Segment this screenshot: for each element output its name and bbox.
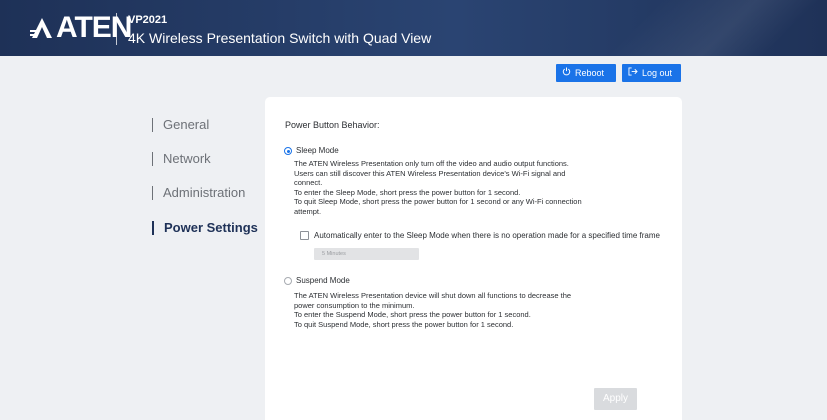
sleep-timeout-select[interactable]: 5 Minutes <box>314 248 419 260</box>
power-button-behavior-title: Power Button Behavior: <box>285 120 380 130</box>
logout-button[interactable]: Log out <box>622 64 681 82</box>
sidebar-item-power-settings[interactable]: Power Settings <box>152 221 258 235</box>
aten-logo-icon <box>30 16 54 40</box>
sleep-desc-line: To quit Sleep Mode, short press the powe… <box>294 197 582 207</box>
reboot-label: Reboot <box>575 68 605 78</box>
sleep-mode-radio[interactable] <box>284 147 292 155</box>
model-name: VP2021 <box>128 14 168 26</box>
suspend-desc-line: To enter the Suspend Mode, short press t… <box>294 310 531 320</box>
suspend-mode-radio[interactable] <box>284 277 292 285</box>
reboot-button[interactable]: Reboot <box>556 64 616 82</box>
auto-sleep-checkbox[interactable] <box>300 231 309 240</box>
sidebar-item-general[interactable]: General <box>152 118 209 132</box>
sleep-desc-line: connect. <box>294 178 323 188</box>
sleep-desc-line: Users can still discover this ATEN Wirel… <box>294 168 566 178</box>
sleep-mode-label[interactable]: Sleep Mode <box>296 146 339 155</box>
sleep-desc-line: attempt. <box>294 206 322 216</box>
suspend-mode-label[interactable]: Suspend Mode <box>296 276 350 285</box>
sidebar-item-network[interactable]: Network <box>152 152 211 166</box>
suspend-desc-line: The ATEN Wireless Presentation device wi… <box>294 291 572 300</box>
header-divider <box>116 13 117 45</box>
suspend-desc-line: To quit Suspend Mode, short press the po… <box>294 319 514 329</box>
logo-text: ATEN <box>56 11 132 44</box>
sidebar-item-administration[interactable]: Administration <box>152 186 245 200</box>
suspend-desc-line: power consumption to the minimum. <box>294 300 415 310</box>
header-bar: ATEN VP2021 4K Wireless Presentation Swi… <box>0 0 827 56</box>
product-name: 4K Wireless Presentation Switch with Qua… <box>128 30 432 46</box>
auto-sleep-label[interactable]: Automatically enter to the Sleep Mode wh… <box>314 231 660 240</box>
sleep-desc-line: To enter the Sleep Mode, short press the… <box>294 187 521 197</box>
logout-icon <box>628 67 638 79</box>
header-decoration <box>567 0 827 56</box>
suspend-mode-description: The ATEN Wireless Presentation device wi… <box>294 291 571 329</box>
power-icon <box>562 67 571 79</box>
logout-label: Log out <box>642 68 673 78</box>
apply-button[interactable]: Apply <box>594 388 637 410</box>
sleep-desc-line: The ATEN Wireless Presentation only turn… <box>294 159 569 168</box>
sleep-mode-description: The ATEN Wireless Presentation only turn… <box>294 159 582 217</box>
